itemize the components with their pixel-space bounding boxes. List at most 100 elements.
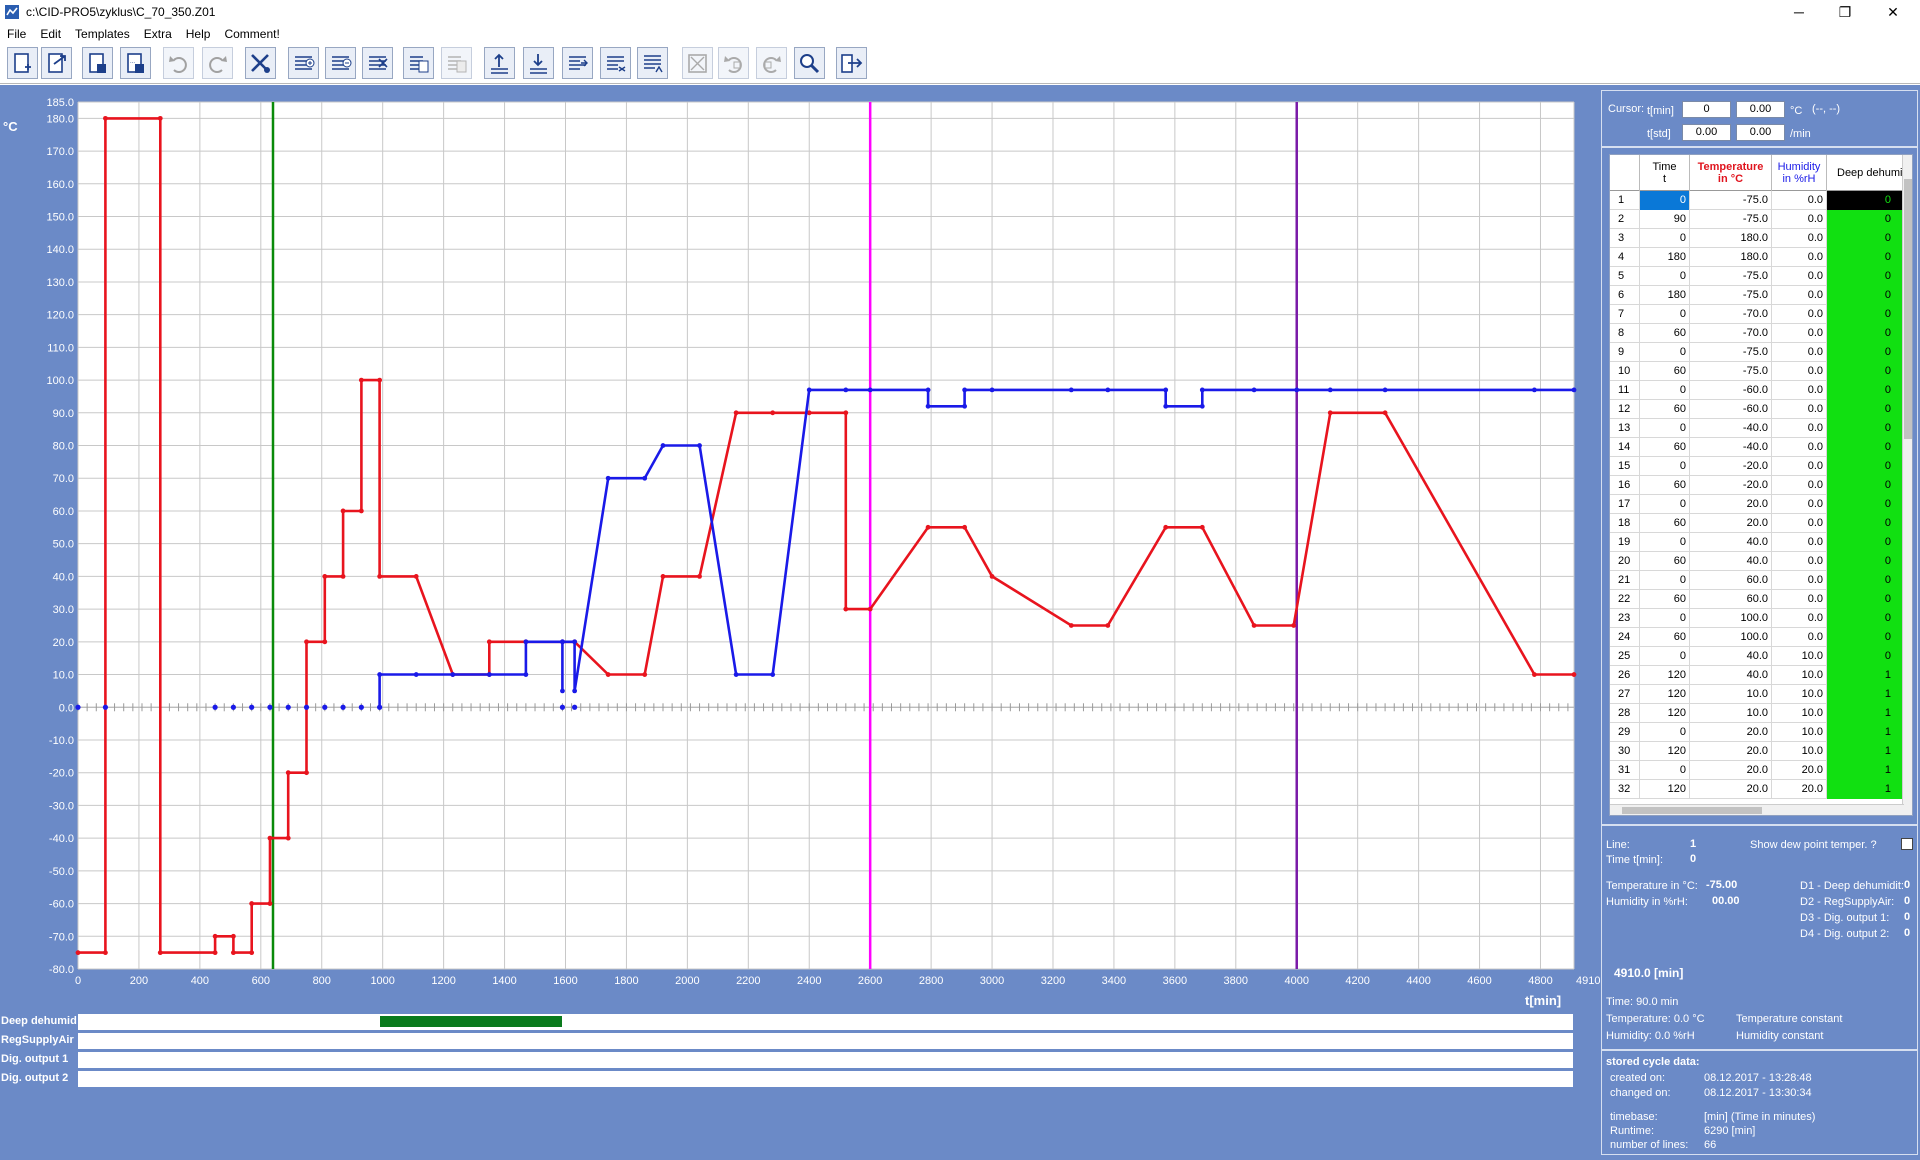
deep-dehumid-cell[interactable]: 0: [1827, 229, 1904, 248]
humidity-zero-point[interactable]: [249, 704, 255, 710]
humidity-cell[interactable]: 0.0: [1772, 533, 1827, 552]
new-file-button[interactable]: [7, 47, 38, 79]
humidity-zero-point[interactable]: [230, 704, 236, 710]
temperature-cell[interactable]: 20.0: [1690, 761, 1772, 780]
time-cell[interactable]: 0: [1640, 419, 1690, 438]
temperature-point[interactable]: [340, 573, 346, 579]
humidity-point[interactable]: [642, 475, 648, 481]
table-row[interactable]: 1 0 -75.0 0.0 0: [1610, 191, 1904, 210]
time-cell[interactable]: 0: [1640, 457, 1690, 476]
humidity-point[interactable]: [1199, 387, 1205, 393]
time-cell[interactable]: 0: [1640, 647, 1690, 666]
humidity-point[interactable]: [1571, 387, 1577, 393]
table-row[interactable]: 15 0 -20.0 0.0 0: [1610, 457, 1904, 476]
temperature-cell[interactable]: -70.0: [1690, 324, 1772, 343]
temperature-cell[interactable]: -20.0: [1690, 457, 1772, 476]
temperature-point[interactable]: [285, 770, 291, 776]
save-as-button[interactable]: ...: [120, 47, 151, 79]
time-cell[interactable]: 60: [1640, 590, 1690, 609]
table-row[interactable]: 18 60 20.0 0.0 0: [1610, 514, 1904, 533]
deep-dehumid-cell[interactable]: 1: [1827, 704, 1904, 723]
deep-dehumid-cell[interactable]: 0: [1827, 400, 1904, 419]
humidity-cell[interactable]: 10.0: [1772, 742, 1827, 761]
humidity-point[interactable]: [486, 672, 492, 677]
table-row[interactable]: 4 180 180.0 0.0 0: [1610, 248, 1904, 267]
time-cell[interactable]: 0: [1640, 229, 1690, 248]
temperature-cell[interactable]: 40.0: [1690, 533, 1772, 552]
humidity-zero-point[interactable]: [340, 704, 346, 710]
temperature-point[interactable]: [867, 606, 873, 612]
time-cell[interactable]: 90: [1640, 210, 1690, 229]
humidity-zero-point[interactable]: [285, 704, 291, 710]
humidity-point[interactable]: [806, 387, 812, 393]
temperature-point[interactable]: [1105, 623, 1111, 628]
humidity-point[interactable]: [523, 672, 529, 677]
deep-dehumid-cell[interactable]: 0: [1827, 419, 1904, 438]
table-row[interactable]: 28 120 10.0 10.0 1: [1610, 704, 1904, 723]
deep-dehumid-cell[interactable]: 0: [1827, 286, 1904, 305]
table-row[interactable]: 21 0 60.0 0.0 0: [1610, 571, 1904, 590]
temperature-point[interactable]: [1571, 672, 1577, 677]
temperature-point[interactable]: [925, 524, 931, 530]
deep-dehumid-cell[interactable]: 0: [1827, 628, 1904, 647]
deep-dehumid-cell[interactable]: 0: [1827, 191, 1904, 210]
temperature-point[interactable]: [962, 524, 968, 530]
humidity-zero-point[interactable]: [358, 704, 364, 710]
deep-dehumid-cell[interactable]: 0: [1827, 343, 1904, 362]
temperature-cell[interactable]: 60.0: [1690, 571, 1772, 590]
temperature-point[interactable]: [230, 950, 236, 956]
time-cell[interactable]: 0: [1640, 305, 1690, 324]
do-track-deep-dehumid[interactable]: [78, 1014, 1573, 1030]
humidity-cell[interactable]: 20.0: [1772, 761, 1827, 780]
deep-dehumid-cell[interactable]: 1: [1827, 742, 1904, 761]
humidity-zero-point[interactable]: [572, 704, 578, 710]
humidity-cell[interactable]: 0.0: [1772, 324, 1827, 343]
line-transform-button[interactable]: [600, 47, 631, 79]
deep-dehumid-cell[interactable]: 1: [1827, 723, 1904, 742]
humidity-point[interactable]: [1068, 387, 1074, 393]
menu-templates[interactable]: Templates: [68, 24, 137, 44]
time-cell[interactable]: 60: [1640, 324, 1690, 343]
temperature-point[interactable]: [212, 950, 218, 956]
humidity-cell[interactable]: 10.0: [1772, 723, 1827, 742]
deep-dehumid-cell[interactable]: 0: [1827, 571, 1904, 590]
time-cell[interactable]: 0: [1640, 381, 1690, 400]
time-cell[interactable]: 60: [1640, 438, 1690, 457]
dew-point-checkbox[interactable]: [1901, 838, 1913, 850]
temperature-point[interactable]: [103, 950, 108, 956]
temperature-point[interactable]: [157, 115, 163, 121]
table-row[interactable]: 19 0 40.0 0.0 0: [1610, 533, 1904, 552]
temperature-cell[interactable]: -75.0: [1690, 362, 1772, 381]
humidity-point[interactable]: [843, 387, 849, 393]
deep-dehumid-cell[interactable]: 0: [1827, 533, 1904, 552]
temperature-point[interactable]: [249, 901, 255, 906]
do-track-dig-output-2[interactable]: [78, 1071, 1573, 1087]
temperature-cell[interactable]: 10.0: [1690, 704, 1772, 723]
table-row[interactable]: 5 0 -75.0 0.0 0: [1610, 267, 1904, 286]
humidity-cell[interactable]: 0.0: [1772, 248, 1827, 267]
table-row[interactable]: 14 60 -40.0 0.0 0: [1610, 438, 1904, 457]
temperature-point[interactable]: [267, 835, 273, 841]
temperature-point[interactable]: [1199, 524, 1205, 530]
humidity-cell[interactable]: 0.0: [1772, 286, 1827, 305]
cursor-tstd-field[interactable]: 0.00: [1682, 124, 1731, 141]
time-cell[interactable]: 0: [1640, 533, 1690, 552]
humidity-cell[interactable]: 0.0: [1772, 628, 1827, 647]
humidity-cell[interactable]: 0.0: [1772, 400, 1827, 419]
temperature-cell[interactable]: -60.0: [1690, 400, 1772, 419]
humidity-point[interactable]: [572, 639, 578, 645]
humidity-cell[interactable]: 0.0: [1772, 343, 1827, 362]
temperature-point[interactable]: [1531, 672, 1537, 677]
line-edit-button[interactable]: [637, 47, 668, 79]
humidity-point[interactable]: [450, 672, 456, 677]
table-row[interactable]: 16 60 -20.0 0.0 0: [1610, 476, 1904, 495]
humidity-cell[interactable]: 10.0: [1772, 647, 1827, 666]
deep-dehumid-cell[interactable]: 0: [1827, 324, 1904, 343]
cycle-chart[interactable]: -80.0 -70.0 -60.0 -50.0 -40.0 -30.0 -20.0 -10.0…: [0, 85, 1600, 1085]
table-row[interactable]: 11 0 -60.0 0.0 0: [1610, 381, 1904, 400]
table-row[interactable]: 7 0 -70.0 0.0 0: [1610, 305, 1904, 324]
humidity-cell[interactable]: 0.0: [1772, 229, 1827, 248]
time-cell[interactable]: 0: [1640, 343, 1690, 362]
table-row[interactable]: 10 60 -75.0 0.0 0: [1610, 362, 1904, 381]
temperature-point[interactable]: [1163, 524, 1169, 530]
